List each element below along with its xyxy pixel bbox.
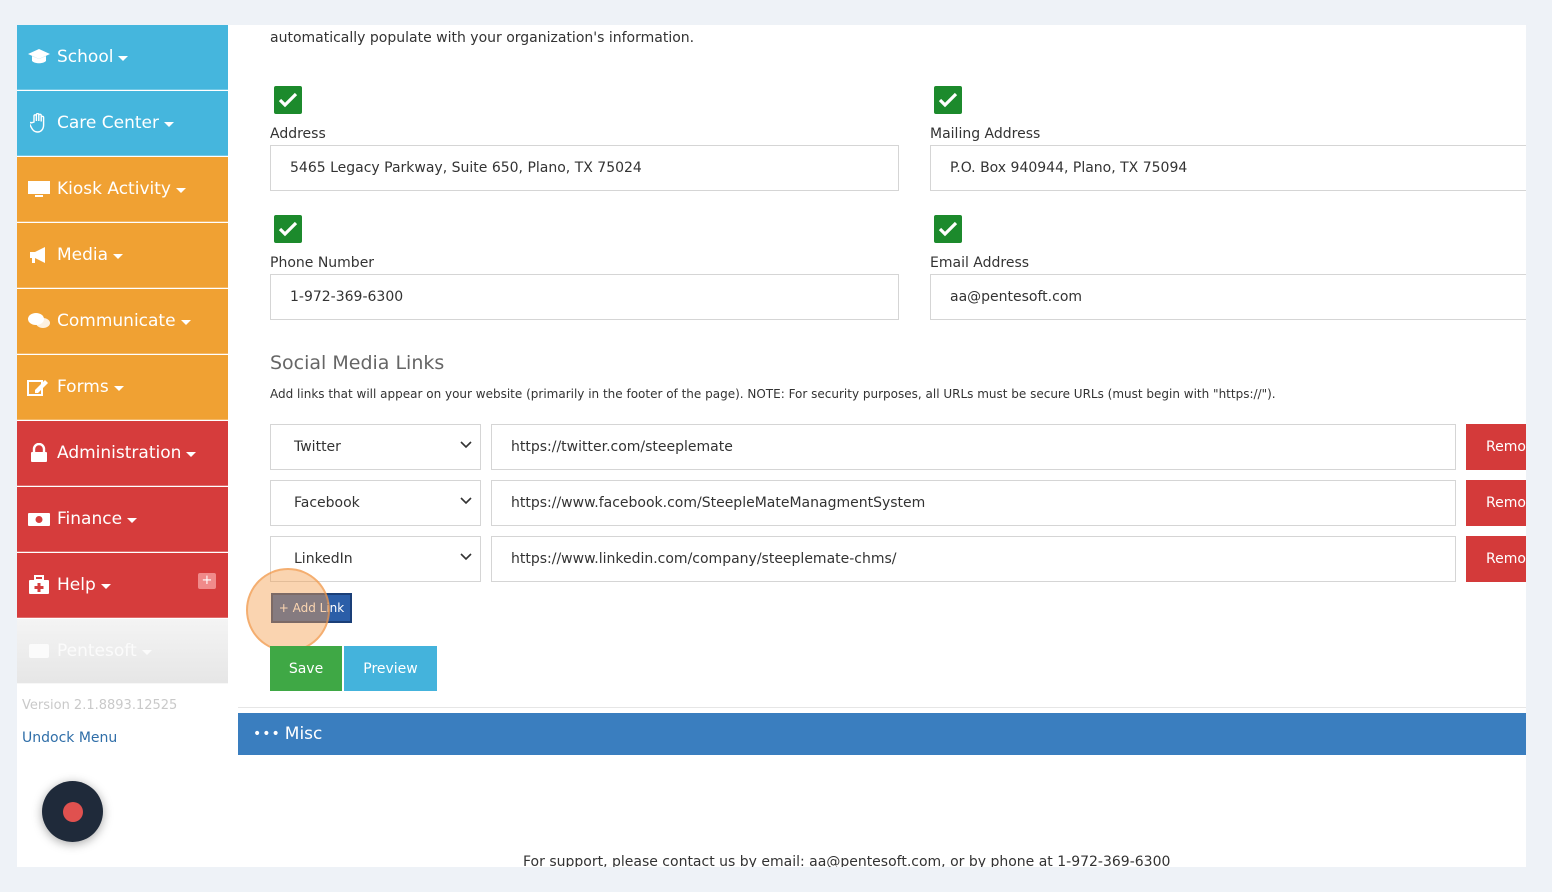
edit-form-icon (27, 377, 51, 397)
chevron-down-icon (113, 253, 124, 259)
preview-button[interactable]: Preview (344, 646, 437, 691)
phone-checkbox[interactable] (274, 215, 302, 243)
mailing-address-checkbox[interactable] (934, 86, 962, 114)
chevron-down-icon (460, 497, 472, 505)
sidebar-item-label: Media (57, 245, 109, 265)
sidebar-item-label: School (57, 47, 114, 67)
checkmark-icon (938, 221, 958, 237)
address-input[interactable]: 5465 Legacy Parkway, Suite 650, Plano, T… (270, 145, 899, 191)
remove-button-twitter[interactable]: Remove (1466, 424, 1526, 470)
click-highlight (246, 568, 330, 652)
chevron-down-icon (127, 517, 138, 523)
sidebar: School Care Center Kiosk Activity Media (17, 25, 228, 867)
intro-text: automatically populate with your organiz… (270, 30, 695, 46)
sidebar-item-pentesoft[interactable]: Pentesoft (17, 619, 228, 684)
checkmark-icon (278, 92, 298, 108)
user-icon (27, 641, 51, 661)
help-badge[interactable]: + (198, 573, 216, 589)
sidebar-item-administration[interactable]: Administration (17, 421, 228, 486)
select-value: LinkedIn (294, 551, 353, 567)
record-icon (62, 801, 83, 822)
chevron-down-icon (100, 583, 111, 589)
version-text: Version 2.1.8893.12525 (22, 698, 178, 713)
address-checkbox[interactable] (274, 86, 302, 114)
checkmark-icon (278, 221, 298, 237)
sidebar-item-communicate[interactable]: Communicate (17, 289, 228, 354)
social-media-note: Add links that will appear on your websi… (270, 387, 1276, 401)
divider (238, 707, 1526, 708)
record-button[interactable] (42, 781, 103, 842)
select-value: Facebook (294, 495, 360, 511)
first-aid-kit-icon (27, 575, 51, 595)
url-input-twitter[interactable]: https://twitter.com/steeplemate (491, 424, 1456, 470)
chevron-down-icon (175, 187, 186, 193)
chevron-down-icon (141, 649, 152, 655)
sidebar-item-label: Care Center (57, 113, 159, 133)
platform-select-twitter[interactable]: Twitter (270, 424, 481, 470)
main-content: automatically populate with your organiz… (238, 25, 1526, 867)
email-checkbox[interactable] (934, 215, 962, 243)
address-label: Address (270, 126, 326, 142)
sidebar-item-label: Kiosk Activity (57, 179, 171, 199)
money-icon (27, 509, 51, 529)
mailing-address-label: Mailing Address (930, 126, 1041, 142)
sidebar-item-help[interactable]: Help + (17, 553, 228, 618)
sidebar-item-media[interactable]: Media (17, 223, 228, 288)
platform-select-facebook[interactable]: Facebook (270, 480, 481, 526)
sidebar-item-kiosk-activity[interactable]: Kiosk Activity (17, 157, 228, 222)
email-label: Email Address (930, 255, 1030, 271)
chevron-down-icon (163, 121, 174, 127)
social-media-title: Social Media Links (270, 352, 445, 374)
checkmark-icon (938, 92, 958, 108)
email-input[interactable]: aa@pentesoft.com (930, 274, 1526, 320)
chevron-down-icon (118, 55, 129, 61)
chevron-down-icon (460, 553, 472, 561)
lock-icon (27, 443, 51, 463)
sidebar-item-label: Forms (57, 377, 109, 397)
chevron-down-icon (460, 441, 472, 449)
url-input-facebook[interactable]: https://www.facebook.com/SteepleMateMana… (491, 480, 1456, 526)
graduation-cap-icon (27, 47, 51, 67)
sidebar-item-finance[interactable]: Finance (17, 487, 228, 552)
monitor-icon (27, 179, 51, 199)
url-input-linkedin[interactable]: https://www.linkedin.com/company/steeple… (491, 536, 1456, 582)
chevron-down-icon (186, 451, 197, 457)
select-value: Twitter (294, 439, 341, 455)
sidebar-item-school[interactable]: School (17, 25, 228, 90)
hand-icon (27, 113, 51, 133)
sidebar-item-label: Administration (57, 443, 182, 463)
sidebar-item-care-center[interactable]: Care Center (17, 91, 228, 156)
sidebar-item-label: Communicate (57, 311, 176, 331)
sidebar-item-label: Help (57, 575, 96, 595)
remove-button-linkedin[interactable]: Remove (1466, 536, 1526, 582)
phone-input[interactable]: 1-972-369-6300 (270, 274, 899, 320)
save-button[interactable]: Save (270, 646, 342, 691)
megaphone-icon (27, 245, 51, 265)
phone-label: Phone Number (270, 255, 375, 271)
app-frame: School Care Center Kiosk Activity Media (17, 25, 1526, 867)
remove-button-facebook[interactable]: Remove (1466, 480, 1526, 526)
misc-label: Misc (284, 724, 323, 744)
sidebar-item-forms[interactable]: Forms (17, 355, 228, 420)
chevron-down-icon (113, 385, 124, 391)
misc-section-header[interactable]: ••• Misc (238, 713, 1526, 755)
mailing-address-input[interactable]: P.O. Box 940944, Plano, TX 75094 (930, 145, 1526, 191)
chat-bubbles-icon (27, 311, 51, 331)
sidebar-item-label: Pentesoft (57, 641, 137, 661)
sidebar-item-label: Finance (57, 509, 123, 529)
ellipsis-icon: ••• (253, 726, 281, 742)
undock-menu-link[interactable]: Undock Menu (22, 730, 117, 746)
support-footer: For support, please contact us by email:… (523, 854, 1171, 867)
chevron-down-icon (180, 319, 191, 325)
